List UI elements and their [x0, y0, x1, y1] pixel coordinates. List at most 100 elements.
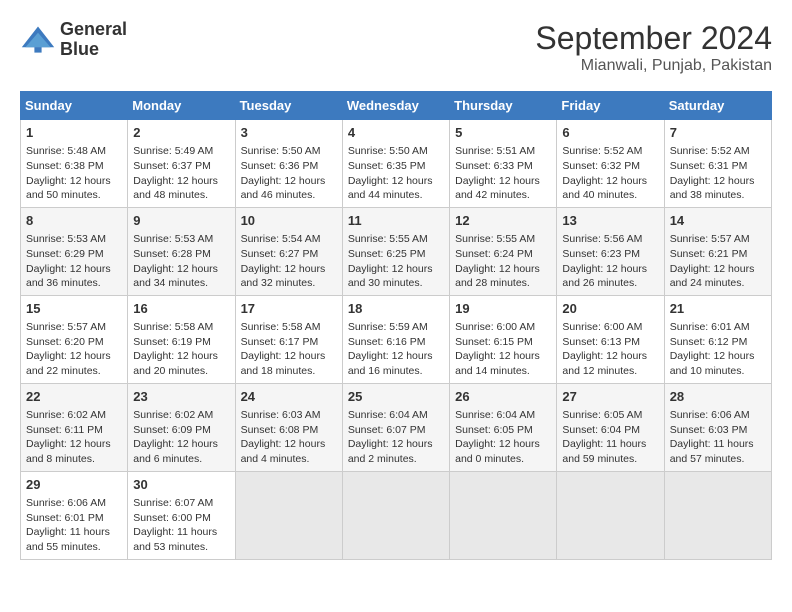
calendar-cell: 10 Sunrise: 5:54 AM Sunset: 6:27 PM Dayli… [235, 207, 342, 295]
day-number: 19 [455, 300, 551, 318]
calendar-week-3: 15Sunrise: 5:57 AM Sunset: 6:20 PM Dayli… [21, 295, 772, 383]
day-number: 25 [348, 388, 444, 406]
day-info: Sunrise: 5:55 AM Sunset: 6:24 PM Dayligh… [455, 232, 551, 291]
day-info: Sunrise: 6:00 AM Sunset: 6:15 PM Dayligh… [455, 320, 551, 379]
day-info: Sunrise: 6:02 AM Sunset: 6:11 PM Dayligh… [26, 408, 122, 467]
day-info: Sunrise: 5:51 AM Sunset: 6:33 PM Dayligh… [455, 144, 551, 203]
calendar-cell [235, 471, 342, 559]
day-info: Sunrise: 6:06 AM Sunset: 6:01 PM Dayligh… [26, 496, 122, 555]
calendar-cell: 15Sunrise: 5:57 AM Sunset: 6:20 PM Dayli… [21, 295, 128, 383]
day-number: 6 [562, 124, 658, 142]
calendar-cell: 1 Sunrise: 5:48 AM Sunset: 6:38 PM Daylig… [21, 120, 128, 208]
day-info: Sunrise: 5:57 AM Sunset: 6:20 PM Dayligh… [26, 320, 122, 379]
day-number: 27 [562, 388, 658, 406]
calendar-week-1: 1 Sunrise: 5:48 AM Sunset: 6:38 PM Daylig… [21, 120, 772, 208]
day-info: Sunrise: 5:49 AM Sunset: 6:37 PM Dayligh… [133, 144, 229, 203]
calendar-cell: 12Sunrise: 5:55 AM Sunset: 6:24 PM Dayli… [450, 207, 557, 295]
logo-icon [20, 22, 56, 58]
weekday-header-monday: Monday [128, 92, 235, 120]
day-info: Sunrise: 5:58 AM Sunset: 6:19 PM Dayligh… [133, 320, 229, 379]
weekday-header-saturday: Saturday [664, 92, 771, 120]
calendar-cell: 27 Sunrise: 6:05 AM Sunset: 6:04 PM Dayli… [557, 383, 664, 471]
calendar-cell: 9 Sunrise: 5:53 AM Sunset: 6:28 PM Daylig… [128, 207, 235, 295]
calendar-cell: 30 Sunrise: 6:07 AM Sunset: 6:00 PM Dayli… [128, 471, 235, 559]
calendar-cell [342, 471, 449, 559]
day-info: Sunrise: 5:53 AM Sunset: 6:29 PM Dayligh… [26, 232, 122, 291]
day-number: 22 [26, 388, 122, 406]
day-number: 17 [241, 300, 337, 318]
day-info: Sunrise: 6:07 AM Sunset: 6:00 PM Dayligh… [133, 496, 229, 555]
day-number: 9 [133, 212, 229, 230]
day-info: Sunrise: 6:00 AM Sunset: 6:13 PM Dayligh… [562, 320, 658, 379]
day-info: Sunrise: 5:56 AM Sunset: 6:23 PM Dayligh… [562, 232, 658, 291]
day-info: Sunrise: 5:52 AM Sunset: 6:32 PM Dayligh… [562, 144, 658, 203]
day-number: 18 [348, 300, 444, 318]
calendar-cell: 11 Sunrise: 5:55 AM Sunset: 6:25 PM Dayli… [342, 207, 449, 295]
calendar-cell: 21Sunrise: 6:01 AM Sunset: 6:12 PM Dayli… [664, 295, 771, 383]
day-info: Sunrise: 5:54 AM Sunset: 6:27 PM Dayligh… [241, 232, 337, 291]
weekday-header-thursday: Thursday [450, 92, 557, 120]
day-number: 10 [241, 212, 337, 230]
day-info: Sunrise: 5:50 AM Sunset: 6:36 PM Dayligh… [241, 144, 337, 203]
calendar-cell: 4 Sunrise: 5:50 AM Sunset: 6:35 PM Daylig… [342, 120, 449, 208]
calendar-cell: 25 Sunrise: 6:04 AM Sunset: 6:07 PM Dayli… [342, 383, 449, 471]
day-info: Sunrise: 5:52 AM Sunset: 6:31 PM Dayligh… [670, 144, 766, 203]
day-number: 3 [241, 124, 337, 142]
calendar-cell: 2 Sunrise: 5:49 AM Sunset: 6:37 PM Daylig… [128, 120, 235, 208]
calendar-cell: 7Sunrise: 5:52 AM Sunset: 6:31 PM Daylig… [664, 120, 771, 208]
calendar-cell: 14 Sunrise: 5:57 AM Sunset: 6:21 PM Dayli… [664, 207, 771, 295]
day-info: Sunrise: 6:04 AM Sunset: 6:07 PM Dayligh… [348, 408, 444, 467]
calendar-cell: 18 Sunrise: 5:59 AM Sunset: 6:16 PM Dayli… [342, 295, 449, 383]
calendar-cell: 17 Sunrise: 5:58 AM Sunset: 6:17 PM Dayli… [235, 295, 342, 383]
day-number: 28 [670, 388, 766, 406]
calendar-cell: 24Sunrise: 6:03 AM Sunset: 6:08 PM Dayli… [235, 383, 342, 471]
logo-text: General Blue [60, 20, 127, 60]
calendar-cell: 29Sunrise: 6:06 AM Sunset: 6:01 PM Dayli… [21, 471, 128, 559]
day-info: Sunrise: 5:48 AM Sunset: 6:38 PM Dayligh… [26, 144, 122, 203]
day-number: 4 [348, 124, 444, 142]
calendar-cell: 23 Sunrise: 6:02 AM Sunset: 6:09 PM Dayli… [128, 383, 235, 471]
day-info: Sunrise: 6:02 AM Sunset: 6:09 PM Dayligh… [133, 408, 229, 467]
day-number: 20 [562, 300, 658, 318]
day-info: Sunrise: 6:06 AM Sunset: 6:03 PM Dayligh… [670, 408, 766, 467]
day-number: 14 [670, 212, 766, 230]
calendar-week-2: 8Sunrise: 5:53 AM Sunset: 6:29 PM Daylig… [21, 207, 772, 295]
calendar-cell: 20 Sunrise: 6:00 AM Sunset: 6:13 PM Dayli… [557, 295, 664, 383]
calendar-cell: 13 Sunrise: 5:56 AM Sunset: 6:23 PM Dayli… [557, 207, 664, 295]
page-subtitle: Mianwali, Punjab, Pakistan [535, 57, 772, 75]
day-number: 2 [133, 124, 229, 142]
day-number: 1 [26, 124, 122, 142]
day-number: 30 [133, 476, 229, 494]
calendar-week-5: 29Sunrise: 6:06 AM Sunset: 6:01 PM Dayli… [21, 471, 772, 559]
day-info: Sunrise: 5:58 AM Sunset: 6:17 PM Dayligh… [241, 320, 337, 379]
day-info: Sunrise: 5:50 AM Sunset: 6:35 PM Dayligh… [348, 144, 444, 203]
day-info: Sunrise: 6:01 AM Sunset: 6:12 PM Dayligh… [670, 320, 766, 379]
calendar-cell [557, 471, 664, 559]
weekday-header-friday: Friday [557, 92, 664, 120]
day-info: Sunrise: 5:57 AM Sunset: 6:21 PM Dayligh… [670, 232, 766, 291]
calendar-cell: 26Sunrise: 6:04 AM Sunset: 6:05 PM Dayli… [450, 383, 557, 471]
calendar-cell: 16 Sunrise: 5:58 AM Sunset: 6:19 PM Dayli… [128, 295, 235, 383]
day-number: 5 [455, 124, 551, 142]
calendar-cell: 22 Sunrise: 6:02 AM Sunset: 6:11 PM Dayli… [21, 383, 128, 471]
day-info: Sunrise: 5:53 AM Sunset: 6:28 PM Dayligh… [133, 232, 229, 291]
day-number: 23 [133, 388, 229, 406]
weekday-header-row: SundayMondayTuesdayWednesdayThursdayFrid… [21, 92, 772, 120]
day-number: 16 [133, 300, 229, 318]
day-number: 11 [348, 212, 444, 230]
page-header: General Blue September 2024 Mianwali, Pu… [20, 20, 772, 75]
calendar-cell [664, 471, 771, 559]
calendar-cell: 28 Sunrise: 6:06 AM Sunset: 6:03 PM Dayli… [664, 383, 771, 471]
weekday-header-wednesday: Wednesday [342, 92, 449, 120]
day-info: Sunrise: 6:04 AM Sunset: 6:05 PM Dayligh… [455, 408, 551, 467]
day-info: Sunrise: 5:55 AM Sunset: 6:25 PM Dayligh… [348, 232, 444, 291]
day-info: Sunrise: 5:59 AM Sunset: 6:16 PM Dayligh… [348, 320, 444, 379]
day-info: Sunrise: 6:03 AM Sunset: 6:08 PM Dayligh… [241, 408, 337, 467]
calendar-cell [450, 471, 557, 559]
calendar-week-4: 22 Sunrise: 6:02 AM Sunset: 6:11 PM Dayli… [21, 383, 772, 471]
calendar-table: SundayMondayTuesdayWednesdayThursdayFrid… [20, 91, 772, 560]
day-number: 13 [562, 212, 658, 230]
weekday-header-sunday: Sunday [21, 92, 128, 120]
day-info: Sunrise: 6:05 AM Sunset: 6:04 PM Dayligh… [562, 408, 658, 467]
weekday-header-tuesday: Tuesday [235, 92, 342, 120]
